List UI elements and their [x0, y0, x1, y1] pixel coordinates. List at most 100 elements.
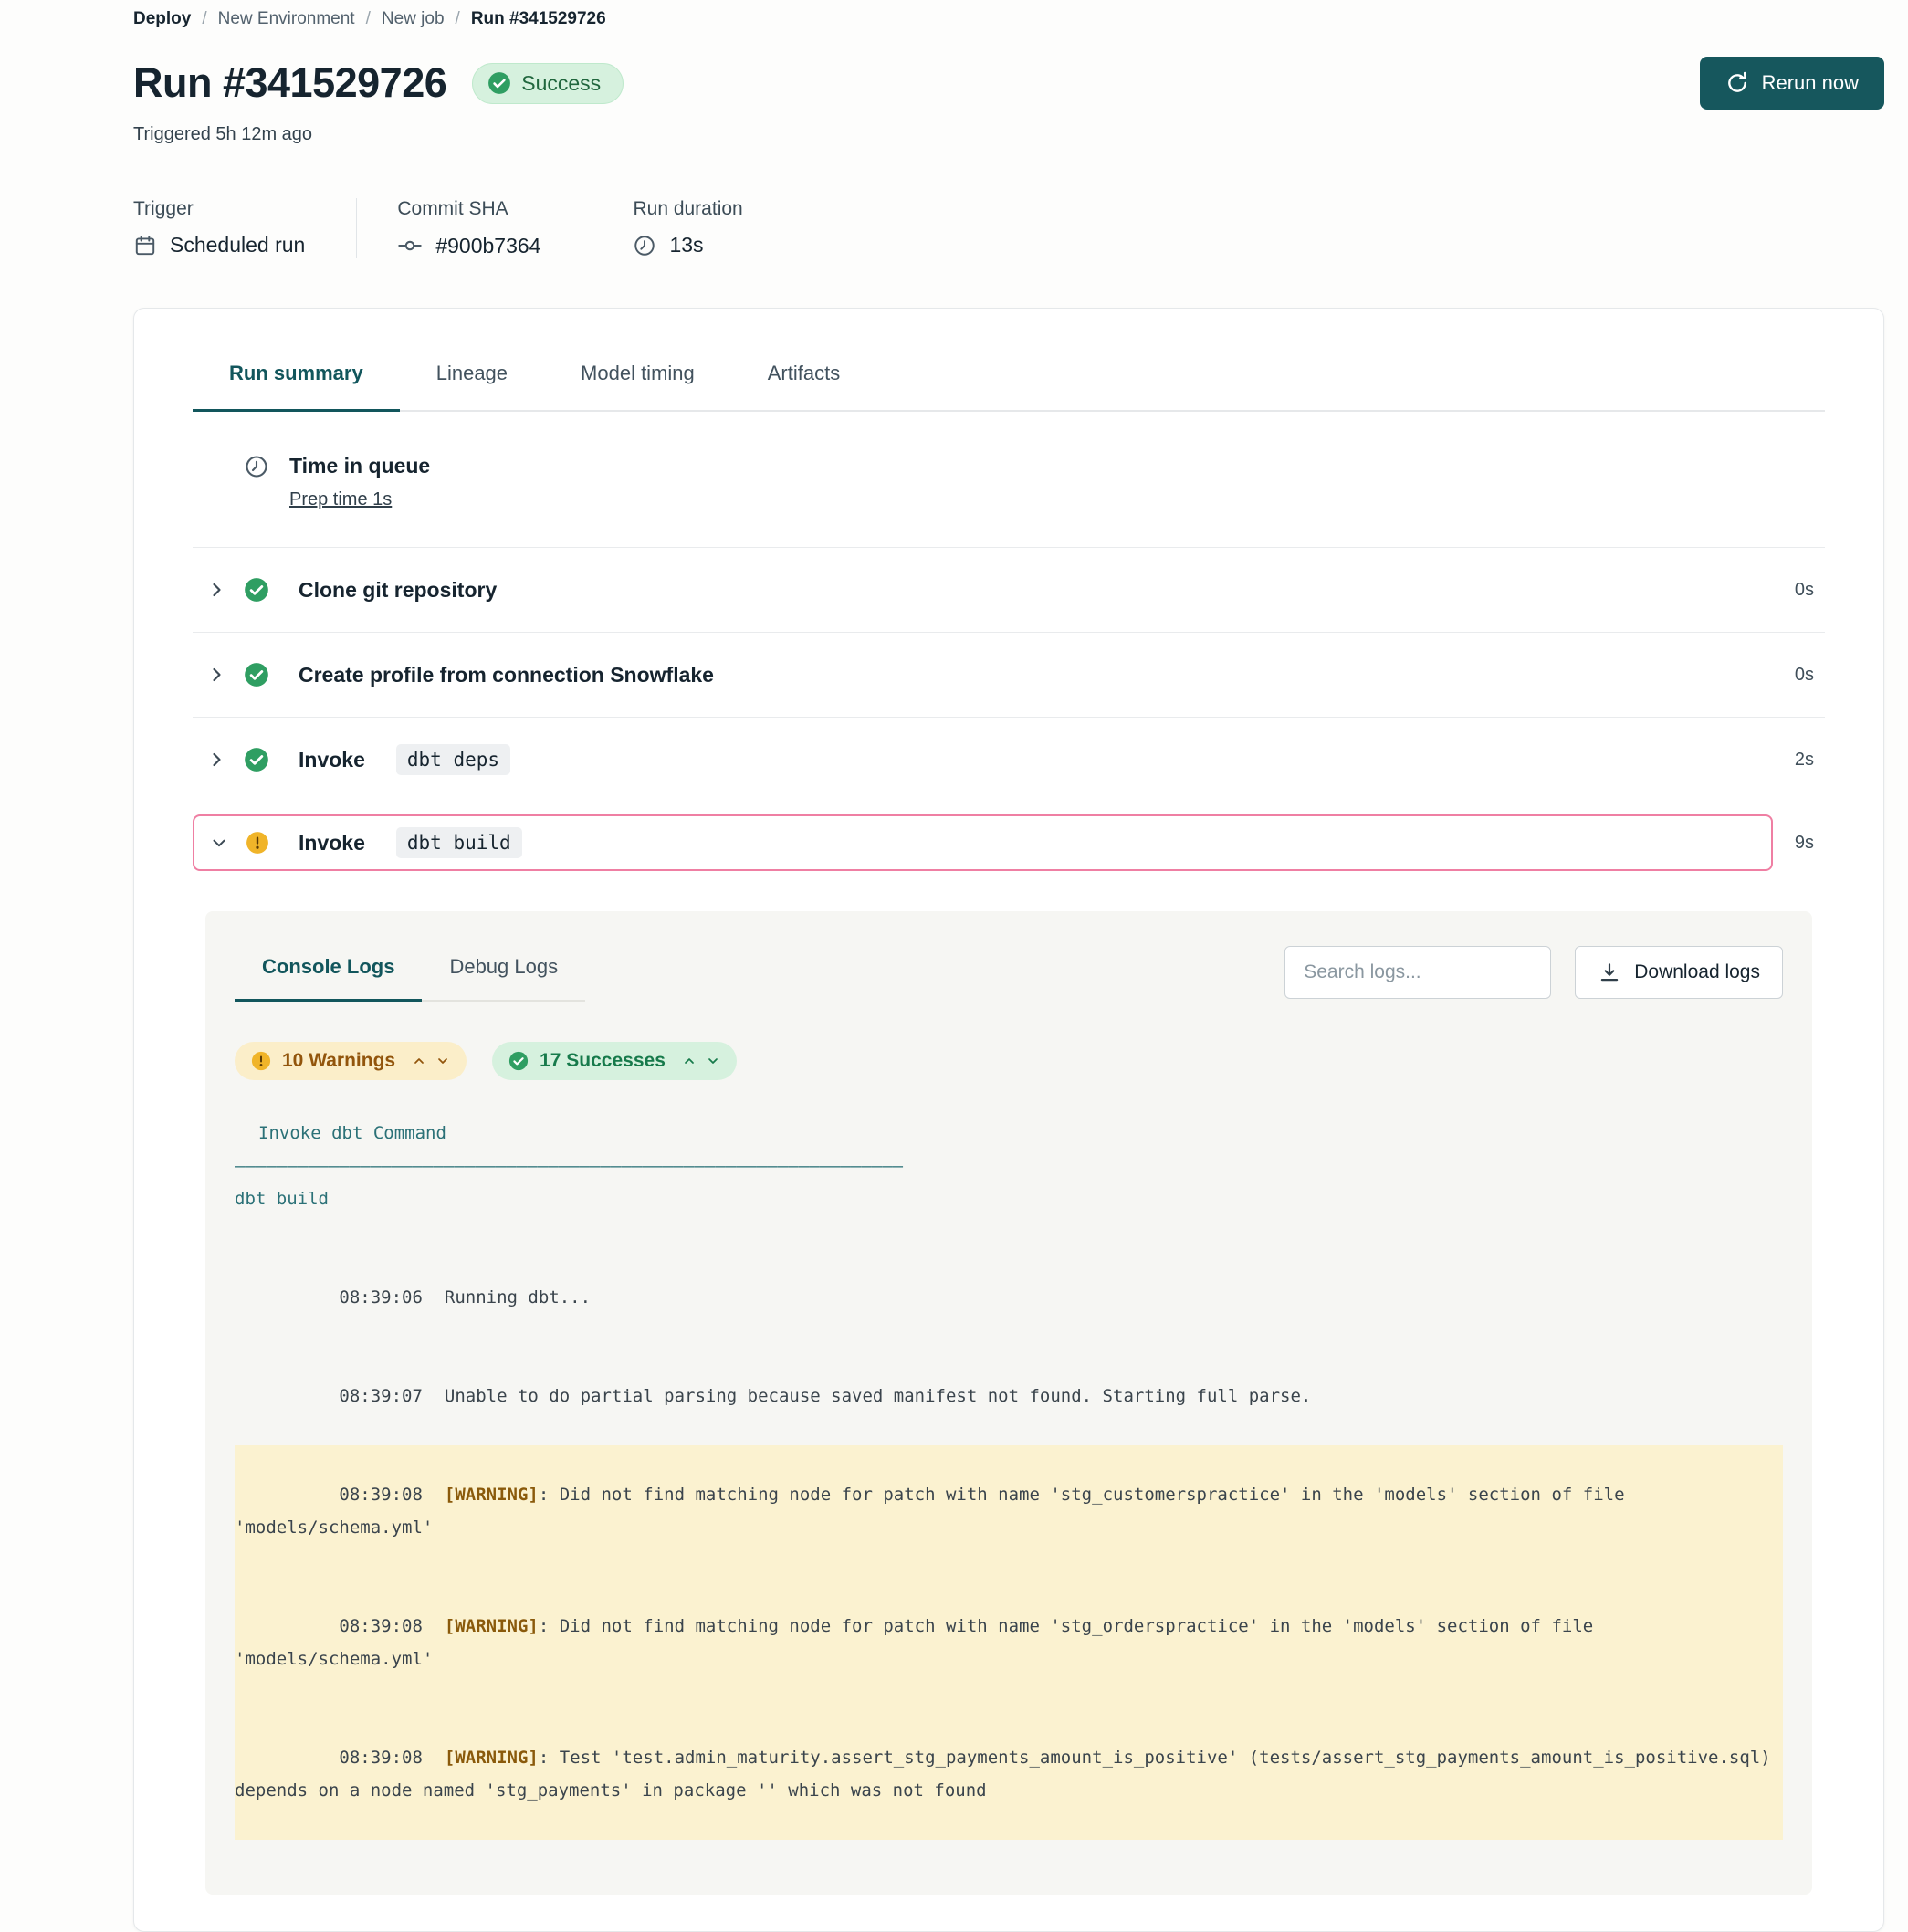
- meta-duration: Run duration 13s: [633, 198, 793, 258]
- step-duration: 2s: [1795, 750, 1814, 771]
- warning-icon: [246, 831, 269, 855]
- log-command-title: Invoke dbt Command: [235, 1117, 1783, 1150]
- chevron-down-icon[interactable]: [209, 833, 229, 853]
- check-circle-icon: [508, 1051, 529, 1071]
- breadcrumb-new-environment[interactable]: New Environment: [218, 9, 355, 29]
- tab-lineage[interactable]: Lineage: [400, 362, 544, 412]
- tab-model-timing[interactable]: Model timing: [544, 362, 731, 412]
- header: Run #341529726 Success Rerun now: [133, 57, 1884, 110]
- warning-icon: [251, 1051, 271, 1071]
- log-warning-level: [WARNING]: [445, 1485, 539, 1505]
- breadcrumb-deploy[interactable]: Deploy: [133, 9, 191, 29]
- prep-time-link[interactable]: Prep time 1s: [289, 489, 392, 510]
- run-meta: Trigger Scheduled run Commit SHA #900b73…: [133, 198, 1884, 258]
- commit-icon: [397, 233, 423, 258]
- tab-run-summary[interactable]: Run summary: [193, 362, 400, 412]
- step-row-create-profile-snowflake[interactable]: Create profile from connection Snowflake…: [193, 632, 1825, 717]
- breadcrumb-separator: /: [202, 9, 206, 29]
- step-command-chip: dbt deps: [396, 744, 510, 775]
- step-command-chip: dbt build: [396, 827, 522, 858]
- step-title: Clone git repository: [299, 578, 497, 603]
- tab-console-logs[interactable]: Console Logs: [235, 942, 422, 1002]
- step-title: Invoke: [299, 748, 365, 772]
- rerun-now-label: Rerun now: [1762, 71, 1859, 95]
- chevron-right-icon[interactable]: [205, 579, 227, 601]
- chevron-right-icon[interactable]: [205, 749, 227, 771]
- console-panel: Console Logs Debug Logs Download logs: [205, 911, 1812, 1895]
- log-timestamp: 08:39:08: [339, 1485, 423, 1505]
- step-row-invoke-dbt-build[interactable]: Invoke dbt build 9s: [193, 814, 1814, 871]
- queue-clock-icon: [244, 454, 269, 510]
- run-summary-card: Run summary Lineage Model timing Artifac…: [133, 308, 1884, 1932]
- chevron-down-icon[interactable]: [706, 1054, 720, 1068]
- chevron-down-icon[interactable]: [435, 1054, 450, 1068]
- step-duration: 0s: [1795, 580, 1814, 601]
- step-duration: 9s: [1795, 833, 1814, 854]
- tab-debug-logs[interactable]: Debug Logs: [422, 942, 585, 1002]
- check-circle-icon: [244, 577, 269, 603]
- log-line-warning: 08:39:08[WARNING]: Test 'test.admin_matu…: [235, 1708, 1783, 1840]
- check-circle-icon: [244, 662, 269, 688]
- log-divider: ————————————————————————————————————————…: [235, 1150, 1783, 1182]
- log-timestamp: 08:39:06: [339, 1287, 423, 1307]
- expanded-step-box[interactable]: Invoke dbt build: [193, 814, 1773, 871]
- log-warning-level: [WARNING]: [445, 1748, 539, 1768]
- meta-commit-value: #900b7364: [435, 234, 540, 258]
- meta-trigger-label: Trigger: [133, 198, 305, 220]
- log-line: 08:39:06 Running dbt...: [235, 1248, 1783, 1347]
- log-warning-level: [WARNING]: [445, 1616, 539, 1636]
- status-badge: Success: [472, 63, 624, 104]
- log-line-warning: 08:39:08 [WARNING]: Did not find matching…: [235, 1577, 1783, 1708]
- breadcrumb-new-job[interactable]: New job: [382, 9, 445, 29]
- breadcrumb-separator: /: [456, 9, 460, 29]
- warnings-badge[interactable]: 10 Warnings: [235, 1042, 467, 1080]
- status-badge-label: Success: [521, 71, 601, 96]
- successes-badge-label: 17 Successes: [540, 1050, 666, 1072]
- clock-icon: [633, 234, 656, 257]
- chevron-up-icon[interactable]: [682, 1054, 697, 1068]
- calendar-icon: [133, 234, 157, 257]
- meta-duration-label: Run duration: [633, 198, 742, 220]
- breadcrumb: Deploy / New Environment / New job / Run…: [133, 9, 1884, 29]
- log-timestamp: 08:39:08: [339, 1616, 423, 1636]
- log-message: Unable to do partial parsing because sav…: [445, 1386, 1311, 1406]
- time-in-queue-title: Time in queue: [289, 454, 430, 478]
- check-circle-icon: [487, 71, 511, 95]
- log-timestamp: 08:39:07: [339, 1386, 423, 1406]
- step-row-invoke-dbt-deps[interactable]: Invoke dbt deps 2s: [193, 717, 1825, 802]
- time-in-queue-block: Time in queue Prep time 1s: [193, 412, 1825, 547]
- check-circle-icon: [244, 747, 269, 772]
- log-message: Running dbt...: [445, 1287, 591, 1307]
- warnings-badge-label: 10 Warnings: [282, 1050, 395, 1072]
- meta-duration-value: 13s: [669, 233, 703, 257]
- console-log-output: Invoke dbt Command —————————————————————…: [235, 1117, 1783, 1840]
- step-title: Create profile from connection Snowflake: [299, 663, 714, 688]
- log-line-warning: 08:39:08[WARNING]: Did not find matching…: [235, 1445, 1783, 1577]
- log-line: 08:39:07 Unable to do partial parsing bec…: [235, 1347, 1783, 1445]
- chevron-right-icon[interactable]: [205, 664, 227, 686]
- chevron-up-icon[interactable]: [412, 1054, 426, 1068]
- meta-trigger: Trigger Scheduled run: [133, 198, 357, 258]
- search-logs-input[interactable]: [1284, 946, 1551, 999]
- successes-badge[interactable]: 17 Successes: [492, 1042, 737, 1080]
- rerun-now-button[interactable]: Rerun now: [1700, 57, 1884, 110]
- step-title: Invoke: [299, 831, 365, 856]
- log-blank-line: [235, 1215, 1783, 1248]
- tab-artifacts[interactable]: Artifacts: [731, 362, 876, 412]
- meta-commit-label: Commit SHA: [397, 198, 540, 220]
- breadcrumb-separator: /: [366, 9, 371, 29]
- download-logs-label: Download logs: [1634, 961, 1760, 983]
- card-tabs: Run summary Lineage Model timing Artifac…: [193, 362, 1825, 412]
- step-duration: 0s: [1795, 665, 1814, 686]
- step-row-clone-git-repository[interactable]: Clone git repository 0s: [193, 547, 1825, 632]
- log-badges-row: 10 Warnings 17 Successes: [235, 1042, 1783, 1080]
- breadcrumb-current-run: Run #341529726: [471, 9, 606, 29]
- meta-commit: Commit SHA #900b7364: [397, 198, 592, 258]
- log-message: : Did not find matching node for patch w…: [235, 1616, 1604, 1669]
- download-logs-button[interactable]: Download logs: [1575, 946, 1783, 999]
- log-command: dbt build: [235, 1182, 1783, 1215]
- download-icon: [1598, 961, 1621, 984]
- log-timestamp: 08:39:08: [339, 1748, 423, 1768]
- triggered-text: Triggered 5h 12m ago: [133, 124, 1884, 145]
- meta-trigger-value: Scheduled run: [170, 233, 305, 257]
